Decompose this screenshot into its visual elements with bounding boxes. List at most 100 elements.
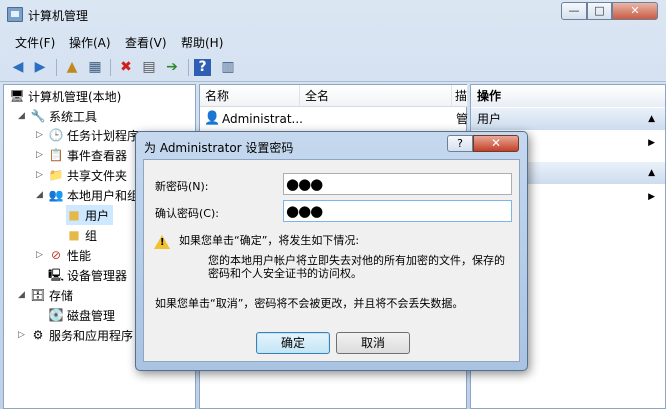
up-folder-icon[interactable]: ▲ [62, 57, 82, 77]
device-manager-icon: 🖳 [48, 267, 65, 282]
collapse-caret-icon: ▲ [648, 168, 655, 178]
menu-view[interactable]: 查看(V) [125, 34, 167, 51]
tree-label: 计算机管理(本地) [28, 89, 122, 104]
ok-button[interactable]: 确定 [256, 332, 330, 354]
tree-item-performance[interactable]: ⊘ 性能 [48, 245, 91, 265]
table-row[interactable]: 👤 Administrat... 管 [200, 109, 469, 129]
tree-item-storage[interactable]: 🗄 存储 [30, 285, 73, 305]
storage-icon: 🗄 [30, 287, 46, 302]
action-pane-icon[interactable]: ▥ [218, 57, 238, 77]
column-header-fullname[interactable]: 全名 [300, 85, 452, 107]
tree-label: 性能 [67, 248, 92, 263]
maximize-button[interactable]: □ [587, 2, 612, 20]
tree-label: 存储 [49, 288, 74, 303]
user-desc-cell: 管 [456, 112, 469, 126]
clock-icon: 🕒 [48, 127, 64, 142]
folder-icon: ■ [68, 207, 80, 222]
tree-item-disk-management[interactable]: 💽 磁盘管理 [48, 305, 116, 325]
collapse-arrow-icon[interactable]: ▷ [36, 170, 43, 180]
tree-label: 磁盘管理 [67, 308, 116, 323]
tree-label: 任务计划程序 [67, 128, 140, 143]
collapse-arrow-icon[interactable]: ▷ [36, 250, 43, 260]
minimize-button[interactable]: — [561, 2, 587, 20]
cancel-button[interactable]: 取消 [336, 332, 410, 354]
column-header-name[interactable]: 名称 [200, 85, 300, 107]
users-group-icon: 👥 [48, 187, 64, 202]
warning-icon [154, 235, 170, 249]
computer-management-icon [7, 7, 23, 22]
warning-detail-line2: 密码和个人安全证书的访问权。 [208, 267, 362, 280]
submenu-arrow-icon: ▶ [648, 138, 655, 148]
tree-label: 组 [85, 228, 98, 243]
tree-item-groups[interactable]: ■ 组 [66, 225, 97, 245]
performance-icon: ⊘ [50, 247, 62, 262]
new-password-field[interactable]: ●●● [283, 173, 512, 195]
dialog-title: 为 Administrator 设置密码 [144, 141, 294, 155]
dialog-body: 新密码(N): ●●● 确认密码(C): ●●● 如果您单击“确定”，将发生如下… [143, 159, 520, 362]
tree-label: 本地用户和组 [67, 188, 140, 203]
tree-item-users[interactable]: ■ 用户 [66, 205, 114, 225]
submenu-arrow-icon: ▶ [648, 192, 655, 202]
menu-file[interactable]: 文件(F) [15, 34, 55, 51]
delete-icon[interactable]: ✖ [116, 57, 136, 77]
confirm-password-label: 确认密码(C): [155, 207, 219, 220]
user-name-cell: Administrat... [222, 112, 303, 126]
tree-item-device-manager[interactable]: 🖳 设备管理器 [48, 265, 127, 285]
menu-bar: 文件(F) 操作(A) 查看(V) 帮助(H) [0, 32, 666, 52]
expand-arrow-icon[interactable]: ◢ [36, 190, 43, 200]
warning-heading: 如果您单击“确定”，将发生如下情况: [179, 234, 360, 247]
toolbar-separator [188, 59, 189, 76]
toolbar-separator [110, 59, 111, 76]
toolbar-separator [56, 59, 57, 76]
dialog-help-button[interactable]: ? [447, 135, 473, 152]
folder-icon: ■ [68, 227, 80, 242]
tree-item-system-tools[interactable]: 🔧 系统工具 [30, 106, 98, 126]
cancel-info-text: 如果您单击“取消”，密码将不会被更改，并且将不会丢失数据。 [155, 297, 464, 310]
tree-label: 设备管理器 [67, 268, 128, 283]
user-icon: 👤 [204, 111, 221, 126]
tree-item-root[interactable]: 🖥 计算机管理(本地) [9, 86, 121, 106]
tree-item-task-scheduler[interactable]: 🕒 任务计划程序 [48, 125, 140, 145]
close-button[interactable]: ✕ [612, 2, 658, 20]
title-bar: 计算机管理 — □ ✕ [0, 0, 666, 30]
tree-item-local-users[interactable]: 👥 本地用户和组 [48, 185, 140, 205]
actions-section-users[interactable]: 用户 ▲ [471, 108, 665, 130]
shared-folder-icon: 📁 [48, 167, 64, 182]
tree-label: 服务和应用程序 [49, 328, 134, 343]
column-header-description[interactable]: 描 [452, 85, 468, 107]
collapse-arrow-icon[interactable]: ▷ [18, 330, 25, 340]
section-label: 用户 [477, 112, 502, 126]
collapse-caret-icon: ▲ [648, 114, 655, 124]
menu-help[interactable]: 帮助(H) [181, 34, 223, 51]
tree-label: 系统工具 [49, 109, 98, 124]
confirm-password-field[interactable]: ●●● [283, 200, 512, 222]
toolbar: ◀ ▶ ▲ ▦ ✖ ▤ ➔ ? ▥ [0, 54, 666, 82]
tree-item-services-apps[interactable]: ⚙ 服务和应用程序 [30, 325, 133, 345]
tree-label: 用户 [85, 208, 110, 223]
back-icon[interactable]: ◀ [8, 57, 28, 77]
event-viewer-icon: 📋 [48, 147, 64, 162]
services-icon: ⚙ [32, 327, 44, 342]
collapse-arrow-icon[interactable]: ▷ [36, 130, 43, 140]
tools-icon: 🔧 [30, 108, 46, 123]
help-icon[interactable]: ? [194, 59, 211, 76]
expand-arrow-icon[interactable]: ◢ [18, 111, 25, 121]
export-list-icon[interactable]: ➔ [162, 57, 182, 77]
forward-icon[interactable]: ▶ [30, 57, 50, 77]
tree-item-shared-folders[interactable]: 📁 共享文件夹 [48, 165, 128, 185]
collapse-arrow-icon[interactable]: ▷ [36, 150, 43, 160]
tree-item-event-viewer[interactable]: 📋 事件查看器 [48, 145, 128, 165]
properties-icon[interactable]: ▤ [139, 57, 159, 77]
warning-detail-line1: 您的本地用户帐户将立即失去对他的所有加密的文件，保存的 [208, 254, 505, 267]
tree-label: 共享文件夹 [67, 168, 128, 183]
menu-action[interactable]: 操作(A) [69, 34, 111, 51]
computer-icon: 🖥 [9, 88, 25, 103]
dialog-close-button[interactable]: ✕ [473, 135, 519, 152]
expand-arrow-icon[interactable]: ◢ [18, 290, 25, 300]
window-title: 计算机管理 [28, 9, 89, 23]
show-hide-tree-icon[interactable]: ▦ [85, 57, 105, 77]
actions-header: 操作 [471, 85, 665, 107]
set-password-dialog: 为 Administrator 设置密码 ? ✕ 新密码(N): ●●● 确认密… [135, 131, 528, 371]
tree-label: 事件查看器 [67, 148, 128, 163]
new-password-label: 新密码(N): [155, 180, 209, 193]
